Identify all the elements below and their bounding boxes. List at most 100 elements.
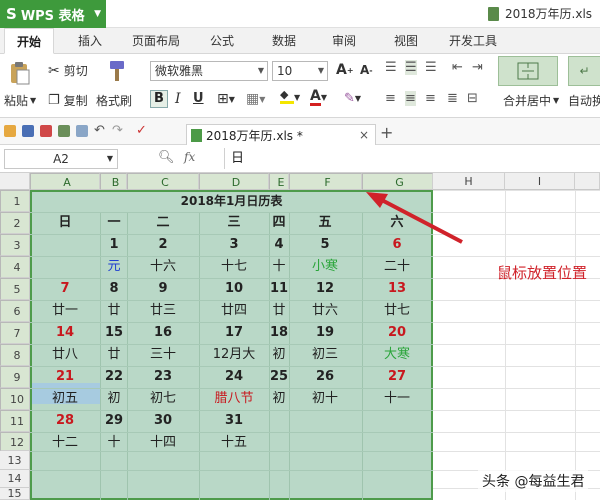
lunar-date[interactable]: 廿七 (363, 300, 431, 322)
auto-wrap-button[interactable]: 自动换 (568, 92, 600, 109)
wps-menu-button[interactable]: S WPS 表格 ▼ (0, 0, 106, 28)
merge-center-icon[interactable] (498, 56, 558, 86)
row-header[interactable]: 6 (0, 300, 30, 322)
column-header[interactable]: I (505, 173, 575, 190)
day-number[interactable]: 12 (291, 278, 359, 300)
day-number[interactable] (291, 410, 359, 432)
name-box[interactable]: A2 ▼ (4, 149, 118, 169)
font-family-select[interactable]: 微软雅黑 ▼ (150, 61, 268, 81)
row-header[interactable]: 11 (0, 410, 30, 432)
undo-icon[interactable]: ↶ (94, 123, 105, 138)
increase-font-icon[interactable]: A + (336, 62, 354, 78)
justify-icon[interactable]: ≣ (447, 91, 458, 106)
tab-view[interactable]: 视图 (380, 28, 432, 54)
indent-decrease-icon[interactable]: ⇤ (452, 60, 463, 75)
day-number[interactable]: 5 (291, 234, 359, 256)
select-all-corner[interactable] (0, 173, 30, 190)
day-number[interactable]: 2 (129, 234, 197, 256)
tab-insert[interactable]: 插入 (62, 28, 118, 54)
close-icon[interactable]: × (359, 128, 369, 142)
column-header[interactable]: A (30, 173, 100, 190)
row-header[interactable]: 4 (0, 256, 30, 278)
border-icon[interactable]: ⊞ ▼ (217, 91, 235, 107)
lunar-date[interactable]: 廿三 (129, 300, 197, 322)
tab-developer[interactable]: 开发工具 (440, 28, 506, 54)
row-header[interactable]: 5 (0, 278, 30, 300)
customize-toolbar-icon[interactable]: ✓ (136, 123, 147, 138)
lunar-date[interactable]: 小寒 (291, 256, 359, 278)
cut-button[interactable]: ✂ 剪切 (48, 62, 88, 79)
align-right-icon[interactable]: ≡ (425, 91, 436, 106)
align-bottom-icon[interactable]: ☰ (425, 60, 437, 75)
lunar-date[interactable]: 初三 (291, 344, 359, 366)
lunar-date[interactable]: 三十 (129, 344, 197, 366)
day-number[interactable]: 19 (291, 322, 359, 344)
align-center-icon[interactable]: ≡ (405, 91, 416, 106)
row-header[interactable]: 3 (0, 234, 30, 256)
column-header[interactable]: F (289, 173, 362, 190)
new-tab-icon[interactable]: + (380, 123, 393, 142)
tab-home[interactable]: 开始 (4, 28, 54, 54)
lunar-date[interactable]: 十六 (129, 256, 197, 278)
print-icon[interactable] (58, 125, 70, 137)
align-top-icon[interactable]: ☰ (385, 60, 397, 75)
day-number[interactable]: 27 (363, 366, 431, 388)
redo-icon[interactable]: ↷ (112, 123, 123, 138)
weekday-header[interactable]: 二 (129, 212, 197, 234)
export-pdf-icon[interactable] (40, 125, 52, 137)
day-number[interactable]: 20 (363, 322, 431, 344)
tab-formulas[interactable]: 公式 (196, 28, 248, 54)
underline-button[interactable]: U (193, 91, 204, 106)
italic-button[interactable]: I (175, 91, 181, 107)
column-header[interactable] (575, 173, 600, 190)
row-header[interactable]: 7 (0, 322, 30, 344)
document-tab[interactable]: 2018万年历.xls * × (186, 124, 376, 145)
row-header[interactable]: 8 (0, 344, 30, 366)
align-left-icon[interactable]: ≡ (385, 91, 396, 106)
row-header[interactable]: 10 (0, 388, 30, 410)
format-painter-icon[interactable] (105, 58, 129, 84)
lunar-date[interactable]: 廿六 (291, 300, 359, 322)
weekday-header[interactable]: 五 (291, 212, 359, 234)
day-number[interactable]: 6 (363, 234, 431, 256)
fill-color-icon[interactable]: ◆ ▼ (280, 89, 300, 104)
day-number[interactable]: 23 (129, 366, 197, 388)
lunar-date[interactable]: 初十 (291, 388, 359, 410)
zoom-icon[interactable]: 🔍︎ (158, 150, 175, 165)
lunar-date[interactable]: 初七 (129, 388, 197, 410)
distribute-icon[interactable]: ⊟ (467, 91, 478, 106)
day-number[interactable]: 26 (291, 366, 359, 388)
merge-center-button[interactable]: 合并居中 ▼ (503, 92, 559, 109)
formula-input[interactable]: 日 (224, 148, 600, 169)
day-number[interactable] (363, 410, 431, 432)
bold-button[interactable]: B (150, 90, 168, 108)
paste-icon[interactable] (8, 60, 32, 86)
clear-format-icon[interactable]: ✎ ▼ (344, 91, 361, 106)
column-header[interactable]: H (433, 173, 505, 190)
save-icon[interactable] (22, 125, 34, 137)
column-header[interactable]: C (127, 173, 199, 190)
indent-increase-icon[interactable]: ⇥ (472, 60, 483, 75)
lunar-date[interactable]: 二十 (363, 256, 431, 278)
lunar-date[interactable] (291, 432, 359, 454)
day-number[interactable]: 16 (129, 322, 197, 344)
open-icon[interactable] (4, 125, 16, 137)
row-header[interactable]: 14 (0, 470, 30, 488)
row-header[interactable]: 2 (0, 212, 30, 234)
fx-icon[interactable]: fx (184, 150, 195, 164)
decrease-font-icon[interactable]: A- (360, 63, 373, 77)
worksheet[interactable]: ABCDEFGHI 1 2 3 4 5 6 7 8 9 10 11 12 13 14 15 2018年1月日… (0, 173, 600, 500)
row-header[interactable]: 15 (0, 488, 30, 500)
column-header[interactable]: D (199, 173, 269, 190)
column-header[interactable]: G (362, 173, 433, 190)
font-size-select[interactable]: 10 ▼ (272, 61, 328, 81)
day-number[interactable]: 30 (129, 410, 197, 432)
lunar-date[interactable] (363, 432, 431, 454)
weekday-header[interactable]: 六 (363, 212, 431, 234)
print-preview-icon[interactable] (76, 125, 88, 137)
auto-wrap-icon[interactable]: ↵ (568, 56, 600, 86)
font-color-icon[interactable]: A ▼ (310, 89, 327, 106)
lunar-date[interactable]: 十四 (129, 432, 197, 454)
column-header[interactable]: E (269, 173, 289, 190)
paste-button[interactable]: 粘贴 ▼ (4, 92, 36, 109)
